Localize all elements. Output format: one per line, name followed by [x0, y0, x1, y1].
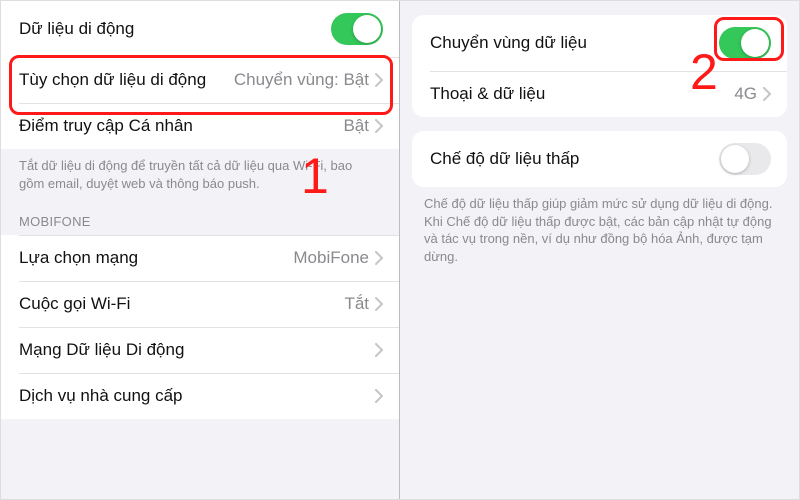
hotspot-value: Bật	[343, 116, 369, 136]
chevron-right-icon	[375, 73, 383, 87]
row-wifi-calling[interactable]: Cuộc gọi Wi-Fi Tắt	[1, 281, 399, 327]
group-carrier: Lựa chọn mạng MobiFone Cuộc gọi Wi-Fi Tắ…	[1, 235, 399, 419]
row-data-options[interactable]: Tùy chọn dữ liệu di động Chuyển vùng: Bậ…	[1, 57, 399, 103]
carrier-services-label: Dịch vụ nhà cung cấp	[19, 385, 375, 406]
mobile-data-network-label: Mạng Dữ liệu Di động	[19, 339, 375, 360]
row-low-data-mode[interactable]: Chế độ dữ liệu thấp	[412, 131, 787, 187]
voice-data-label: Thoại & dữ liệu	[430, 83, 734, 104]
footer-low-data: Chế độ dữ liệu thấp giúp giảm mức sử dụn…	[400, 187, 799, 269]
right-panel: Chuyển vùng dữ liệu Thoại & dữ liệu 4G C…	[400, 1, 799, 499]
row-network-selection[interactable]: Lựa chọn mạng MobiFone	[1, 235, 399, 281]
section-header-carrier: MOBIFONE	[1, 196, 399, 235]
mobile-data-toggle[interactable]	[331, 13, 383, 45]
voice-data-value: 4G	[734, 84, 757, 104]
chevron-right-icon	[375, 389, 383, 403]
hotspot-label: Điểm truy cập Cá nhân	[19, 115, 343, 136]
chevron-right-icon	[763, 87, 771, 101]
network-selection-label: Lựa chọn mạng	[19, 247, 293, 268]
data-roaming-toggle[interactable]	[719, 27, 771, 59]
data-options-label: Tùy chọn dữ liệu di động	[19, 69, 234, 90]
row-carrier-services[interactable]: Dịch vụ nhà cung cấp	[1, 373, 399, 419]
mobile-data-label: Dữ liệu di động	[19, 18, 331, 39]
row-mobile-data-network[interactable]: Mạng Dữ liệu Di động	[1, 327, 399, 373]
left-panel: Dữ liệu di động Tùy chọn dữ liệu di động…	[1, 1, 400, 499]
footer-mobile-data: Tắt dữ liệu di động để truyền tất cả dữ …	[1, 149, 399, 196]
row-voice-data[interactable]: Thoại & dữ liệu 4G	[412, 71, 787, 117]
network-selection-value: MobiFone	[293, 248, 369, 268]
chevron-right-icon	[375, 251, 383, 265]
low-data-toggle[interactable]	[719, 143, 771, 175]
data-options-value: Chuyển vùng: Bật	[234, 70, 369, 90]
chevron-right-icon	[375, 343, 383, 357]
wifi-calling-value: Tắt	[344, 294, 369, 314]
row-hotspot[interactable]: Điểm truy cập Cá nhân Bật	[1, 103, 399, 149]
group-roaming: Chuyển vùng dữ liệu Thoại & dữ liệu 4G	[412, 15, 787, 117]
data-roaming-label: Chuyển vùng dữ liệu	[430, 32, 719, 53]
chevron-right-icon	[375, 297, 383, 311]
wifi-calling-label: Cuộc gọi Wi-Fi	[19, 293, 344, 314]
group-low-data: Chế độ dữ liệu thấp	[412, 131, 787, 187]
row-mobile-data[interactable]: Dữ liệu di động	[1, 1, 399, 57]
chevron-right-icon	[375, 119, 383, 133]
row-data-roaming[interactable]: Chuyển vùng dữ liệu	[412, 15, 787, 71]
low-data-label: Chế độ dữ liệu thấp	[430, 148, 719, 169]
group-cellular: Dữ liệu di động Tùy chọn dữ liệu di động…	[1, 1, 399, 149]
